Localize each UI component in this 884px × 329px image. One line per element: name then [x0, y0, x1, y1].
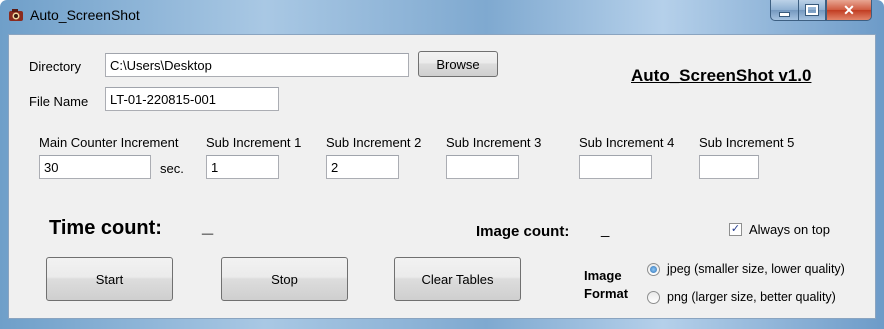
sub-increment-5-label: Sub Increment 5	[699, 135, 795, 150]
main-counter-label: Main Counter Increment	[39, 135, 179, 150]
minimize-icon	[779, 11, 790, 17]
jpeg-radio[interactable]	[647, 263, 660, 276]
window-controls: ✕	[770, 0, 872, 22]
main-counter-input[interactable]: 30	[39, 155, 151, 179]
title-bar[interactable]: Auto_ScreenShot ✕	[0, 0, 884, 34]
sub-increment-4-label: Sub Increment 4	[579, 135, 675, 150]
png-radio[interactable]	[647, 291, 660, 304]
sub-increment-1-input[interactable]: 1	[206, 155, 279, 179]
sub-increment-3-input[interactable]	[446, 155, 519, 179]
app-camera-icon	[8, 8, 24, 22]
filename-input[interactable]: LT-01-220815-001	[105, 87, 279, 111]
directory-input[interactable]: C:\Users\Desktop	[105, 53, 409, 77]
filename-label: File Name	[29, 94, 89, 109]
image-count-value: _	[601, 221, 610, 238]
checkmark-icon: ✓	[730, 223, 741, 235]
start-button[interactable]: Start	[46, 257, 173, 301]
image-format-label-line2: Format	[584, 286, 629, 301]
sub-increment-2-label: Sub Increment 2	[326, 135, 422, 150]
time-count-label: Time count:	[49, 217, 162, 239]
maximize-button[interactable]	[798, 0, 826, 21]
png-option-label[interactable]: png (larger size, better quality)	[667, 290, 836, 304]
always-on-top-label: Always on top	[749, 222, 830, 237]
image-count-label: Image count:	[476, 223, 570, 240]
app-window: Auto_ScreenShot ✕ Directory C:\Users\Des…	[0, 0, 884, 329]
image-format-label: Image Format	[584, 267, 628, 303]
browse-button[interactable]: Browse	[418, 51, 498, 77]
app-heading: Auto_ScreenShot v1.0	[631, 66, 812, 85]
clear-tables-button[interactable]: Clear Tables	[394, 257, 521, 301]
time-count-value: _	[202, 215, 214, 237]
sub-increment-2-input[interactable]: 2	[326, 155, 399, 179]
close-button[interactable]: ✕	[826, 0, 872, 21]
stop-button[interactable]: Stop	[221, 257, 348, 301]
main-counter-unit: sec.	[160, 161, 184, 176]
sub-increment-1-label: Sub Increment 1	[206, 135, 302, 150]
main-form: Directory C:\Users\Desktop Browse Auto_S…	[8, 34, 876, 319]
window-title: Auto_ScreenShot	[30, 7, 140, 23]
directory-label: Directory	[29, 59, 82, 74]
always-on-top-checkbox[interactable]: ✓	[729, 223, 742, 236]
close-icon: ✕	[843, 1, 855, 18]
jpeg-option-label[interactable]: jpeg (smaller size, lower quality)	[667, 262, 845, 276]
minimize-button[interactable]	[770, 0, 798, 21]
sub-increment-3-label: Sub Increment 3	[446, 135, 542, 150]
sub-increment-5-input[interactable]	[699, 155, 759, 179]
radio-selected-dot-icon	[650, 266, 657, 273]
maximize-icon	[805, 4, 819, 16]
image-format-label-line1: Image	[584, 268, 622, 283]
sub-increment-4-input[interactable]	[579, 155, 652, 179]
